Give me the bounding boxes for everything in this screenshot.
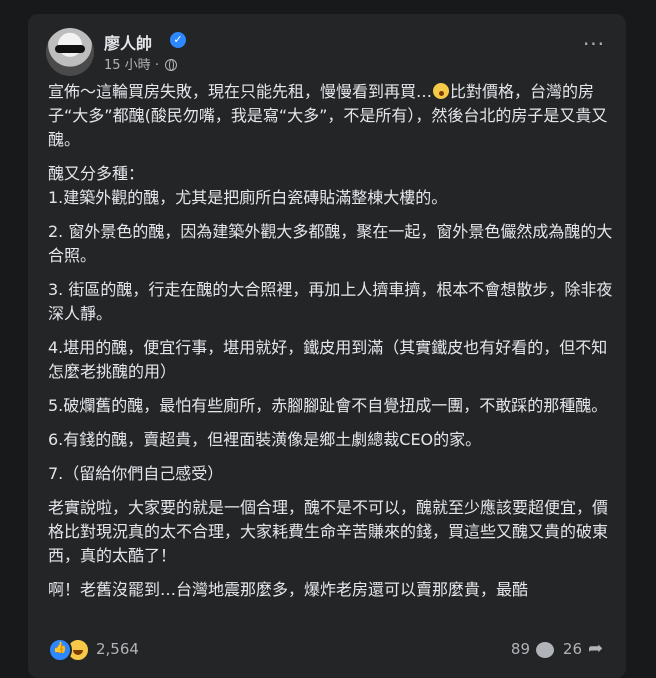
reaction-count[interactable]: 2,564	[96, 640, 139, 658]
post-paragraph: 啊！老舊沒罷到…台灣地震那麼多，爆炸老房還可以賣那麼貴，最酷	[48, 580, 529, 599]
post-paragraph: 6.有錢的醜，賣超貴，但裡面裝潢像是鄉土劇總裁CEO的家。	[48, 430, 482, 449]
post-header: 廖人帥 ✓ 15 小時 · ···	[46, 28, 608, 76]
post-paragraph: 5.破爛舊的醜，最怕有些廁所，赤腳腳趾會不自覺扭成一團，不敢踩的那種醜。	[48, 396, 608, 415]
like-reaction-icon[interactable]	[48, 638, 72, 662]
share-count[interactable]: 26	[563, 640, 582, 658]
post-paragraph: 老實說啦，大家要的就是一個合理，醜不是不可以，醜就至少應該要超便宜，價格比對現況…	[48, 498, 609, 565]
more-options-icon[interactable]: ···	[580, 34, 608, 58]
verified-badge-icon: ✓	[170, 32, 186, 48]
post-body: 宣佈～這輪買房失敗，現在只能先租，慢慢看到再買… 比對價格，台灣的房子“大多”都醜…	[48, 80, 618, 612]
post-paragraph: 2. 窗外景色的醜，因為建築外觀大多都醜，聚在一起，窗外景色儼然成為醜的大合照。	[48, 222, 613, 265]
post-footer: 2,564 89 26	[48, 632, 606, 662]
surprised-emoji-icon	[433, 83, 450, 99]
comment-count[interactable]: 89	[511, 640, 530, 658]
globe-icon[interactable]	[165, 59, 178, 71]
post-paragraph: 7.（留給你們自己感受）	[48, 464, 224, 483]
post-paragraph: 4.堪用的醜，便宜行事，堪用就好，鐵皮用到滿（其實鐵皮也有好看的，但不知怎麼老挑…	[48, 338, 608, 381]
post-paragraph: 3. 街區的醜，行走在醜的大合照裡，再加上人擠車擠，根本不會想散步，除非夜深人靜…	[48, 280, 613, 323]
post-card: 廖人帥 ✓ 15 小時 · ··· 宣佈～這輪買房失敗，現在只能先租，慢慢看到再…	[28, 14, 626, 678]
comment-icon[interactable]	[536, 642, 554, 658]
avatar[interactable]	[46, 28, 94, 76]
post-paragraph: 醜又分多種：	[48, 164, 145, 183]
meta-separator: ·	[154, 58, 159, 73]
author-name[interactable]: 廖人帥	[104, 30, 152, 54]
share-icon[interactable]	[588, 638, 606, 659]
post-meta: 15 小時 ·	[104, 54, 178, 73]
post-time[interactable]: 15 小時	[104, 58, 151, 73]
post-paragraph: 1.建築外觀的醜，尤其是把廁所白瓷磚貼滿整棟大樓的。	[48, 188, 448, 207]
post-paragraph: 宣佈～這輪買房失敗，現在只能先租，慢慢看到再買… 比對價格，台灣的房子“大多”都醜…	[48, 82, 608, 149]
